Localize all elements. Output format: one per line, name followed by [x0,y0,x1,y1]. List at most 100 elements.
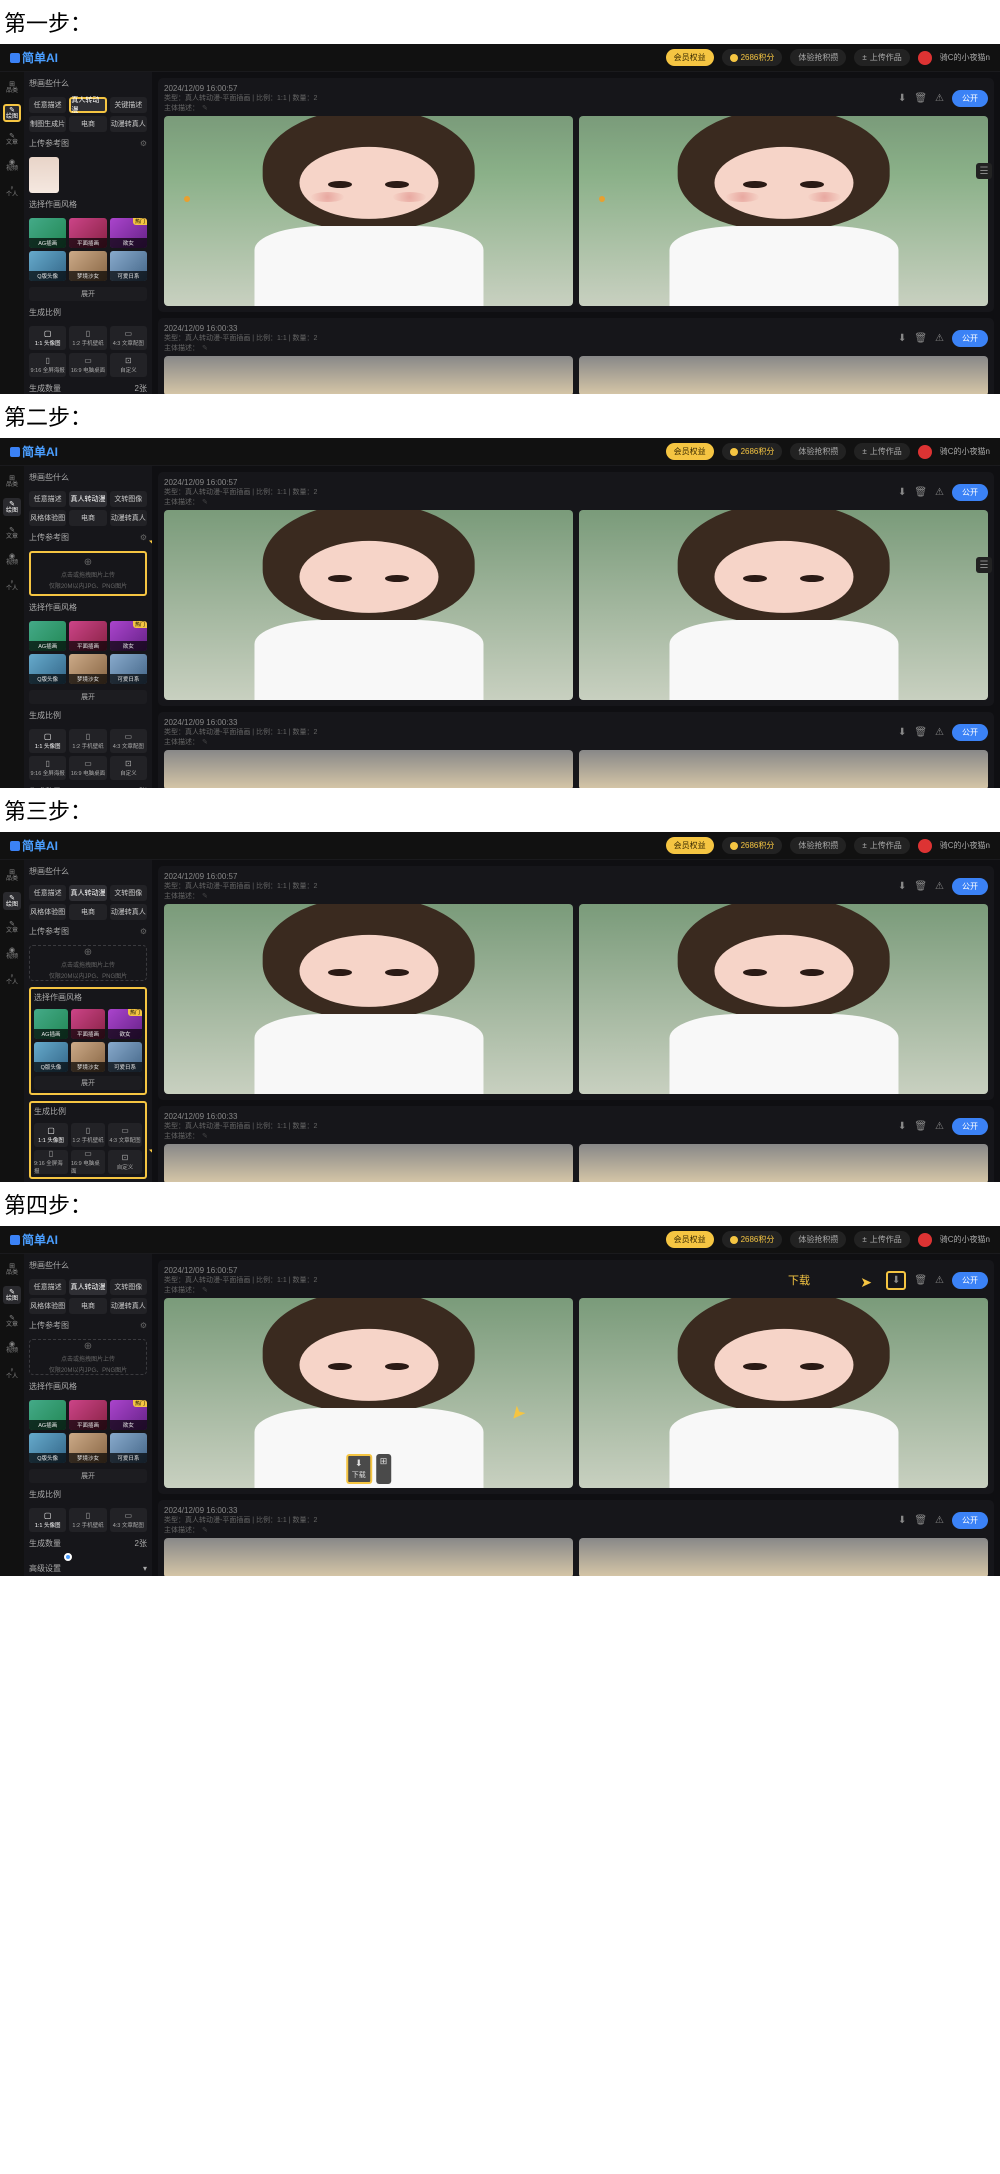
avatar[interactable] [918,51,932,65]
avatar[interactable] [918,445,932,459]
delete-icon[interactable]: 🗑 [914,1515,927,1526]
activity-button[interactable]: 体验抢积攒 [790,1231,846,1248]
download-icon[interactable]: ⬇ [898,487,906,498]
tab-real-to-anime[interactable]: 真人转动漫 [69,491,106,507]
publish-button[interactable]: 公开 [952,724,988,741]
tab-ecommerce[interactable]: 电商 [69,116,106,132]
edit-icon[interactable]: ✎ [202,892,208,900]
publish-button[interactable]: 公开 [952,1512,988,1529]
publish-button[interactable]: 公开 [952,90,988,107]
rail-video[interactable]: ◉视频 [3,156,21,174]
style-5[interactable]: 梦境沙女 [69,654,106,684]
ratio-4-3[interactable]: ▭4:3 文章配图 [110,326,147,350]
rail-personal[interactable]: ♀个人 [3,576,21,594]
ratio-custom[interactable]: ⊡自定义 [110,756,147,780]
vip-button[interactable]: 会员权益 [666,49,714,66]
edit-icon[interactable]: ✎ [202,344,208,352]
activity-button[interactable]: 体验抢积攒 [790,837,846,854]
style-3[interactable]: 热门欲女 [110,621,147,651]
ratio-1-2[interactable]: ▯1:2 手机壁纸 [69,326,106,350]
tab-anime-to-real[interactable]: 动漫转真人 [110,510,147,526]
delete-icon[interactable]: 🗑 [914,1275,927,1286]
upload-zone[interactable]: ⊕ 点击或拖拽图片上传 仅限20M以内JPG、PNG图片 [29,945,147,981]
rail-article[interactable]: ✎文章 [3,130,21,148]
tab-real-to-anime[interactable]: 真人转动漫 [69,97,106,113]
upload-work-button[interactable]: ± 上传作品 [854,1231,909,1248]
edit-icon[interactable]: ✎ [202,104,208,112]
style-4[interactable]: Q版头像 [29,251,66,281]
credits-badge[interactable]: 2686积分 [722,1231,783,1248]
style-6[interactable]: 可爱日系 [110,251,147,281]
rail-draw[interactable]: ✎绘图 [3,498,21,516]
download-icon[interactable]: ⬇ [898,93,906,104]
settings-icon[interactable]: ⚙ [140,1321,147,1330]
tab-desc[interactable]: 任意描述 [29,491,66,507]
warn-icon[interactable]: ⚠ [935,727,944,738]
tab-image-gen[interactable]: 制图生成片 [29,116,66,132]
tab-ecommerce[interactable]: 电商 [69,510,106,526]
rail-video[interactable]: ◉视频 [3,944,21,962]
tab-anime-to-real[interactable]: 动漫转真人 [110,116,147,132]
publish-button[interactable]: 公开 [952,484,988,501]
vip-button[interactable]: 会员权益 [666,1231,714,1248]
download-icon[interactable]: ⬇ [898,727,906,738]
delete-icon[interactable]: 🗑 [914,333,927,344]
side-settings-icon[interactable]: ☰ [976,163,992,179]
image-download-button[interactable]: ⬇下载 [346,1454,372,1484]
gen-image-1[interactable] [164,116,573,306]
credits-badge[interactable]: 2686积分 [722,49,783,66]
style-4[interactable]: Q版头像 [29,654,66,684]
vip-button[interactable]: 会员权益 [666,443,714,460]
delete-icon[interactable]: 🗑 [914,881,927,892]
rail-personal[interactable]: ♀个人 [3,182,21,200]
tab-text-to-img[interactable]: 文转图像 [110,491,147,507]
download-icon[interactable]: ⬇ [898,333,906,344]
style-more[interactable]: 展开 [29,690,147,704]
upload-work-button[interactable]: ± 上传作品 [854,837,909,854]
ratio-1-1[interactable]: ▢1:1 头像图 [29,729,66,753]
ratio-9-16[interactable]: ▯9:16 全屏海报 [29,353,66,377]
activity-button[interactable]: 体验抢积攒 [790,49,846,66]
ratio-16-9[interactable]: ▭16:9 电脑桌面 [69,756,106,780]
upload-work-button[interactable]: ± 上传作品 [854,443,909,460]
rail-category[interactable]: ⊞品类 [3,1260,21,1278]
avatar[interactable] [918,839,932,853]
download-icon[interactable]: ⬇ [898,881,906,892]
rail-draw[interactable]: ✎绘图 [3,104,21,122]
style-3[interactable]: 热门欲女 [110,218,147,248]
style-5[interactable]: 梦境沙女 [69,251,106,281]
upload-zone[interactable]: ⊕ 点击或拖拽图片上传 仅限20M以内JPG、PNG图片 [29,551,147,596]
delete-icon[interactable]: 🗑 [914,487,927,498]
edit-icon[interactable]: ✎ [202,1132,208,1140]
delete-icon[interactable]: 🗑 [914,93,927,104]
rail-article[interactable]: ✎文章 [3,524,21,542]
warn-icon[interactable]: ⚠ [935,1275,944,1286]
gen-image-3[interactable] [164,356,573,394]
gen-image-2[interactable] [579,510,988,700]
upload-zone[interactable]: ⊕点击或拖拽图片上传仅限20M以内JPG、PNG图片 [29,1339,147,1375]
publish-button[interactable]: 公开 [952,330,988,347]
edit-icon[interactable]: ✎ [202,738,208,746]
download-icon[interactable]: ⬇ [898,1121,906,1132]
rail-category[interactable]: ⊞品类 [3,866,21,884]
rail-personal[interactable]: ♀个人 [3,1364,21,1382]
ratio-1-1[interactable]: ▢1:1 头像图 [29,326,66,350]
delete-icon[interactable]: 🗑 [914,1121,927,1132]
warn-icon[interactable]: ⚠ [935,487,944,498]
settings-icon[interactable]: ⚙ [140,139,147,148]
settings-icon[interactable]: ⚙ [140,533,147,542]
ref-thumb-1[interactable] [29,157,59,193]
rail-article[interactable]: ✎文章 [3,1312,21,1330]
warn-icon[interactable]: ⚠ [935,93,944,104]
rail-video[interactable]: ◉视频 [3,1338,21,1356]
ratio-custom[interactable]: ⊡自定义 [110,353,147,377]
edit-icon[interactable]: ✎ [202,1286,208,1294]
warn-icon[interactable]: ⚠ [935,1515,944,1526]
style-2[interactable]: 平面插画 [69,621,106,651]
tab-style-exp[interactable]: 风格体验图 [29,510,66,526]
rail-category[interactable]: ⊞品类 [3,472,21,490]
publish-button[interactable]: 公开 [952,878,988,895]
ratio-9-16[interactable]: ▯9:16 全屏海报 [29,756,66,780]
edit-icon[interactable]: ✎ [202,498,208,506]
gen-image-2[interactable] [579,116,988,306]
